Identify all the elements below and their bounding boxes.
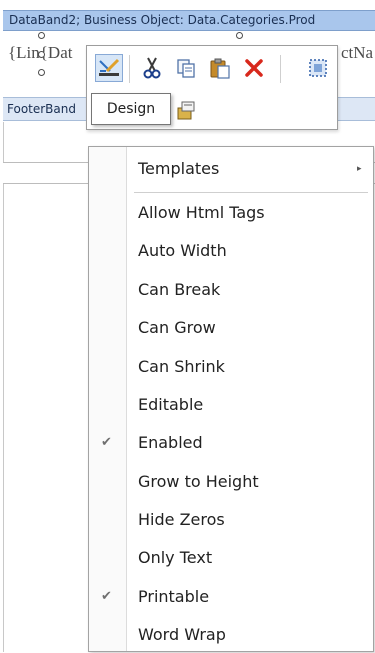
menu-item-allow-html-tags[interactable]: Allow Html Tags [89, 195, 373, 231]
copy-button[interactable] [172, 54, 200, 82]
cut-button[interactable] [138, 54, 166, 82]
menu-item-label: Templates [138, 159, 220, 178]
copy-icon [177, 59, 195, 78]
menu-item-label: Allow Html Tags [138, 203, 265, 222]
select-all-button[interactable] [304, 54, 332, 82]
menu-item-label: Printable [138, 587, 210, 606]
paste-button[interactable] [206, 54, 234, 82]
menu-item-only-text[interactable]: Only Text [89, 540, 373, 576]
selection-handle[interactable] [236, 32, 243, 39]
toolbar-separator [280, 55, 281, 83]
design-button[interactable] [95, 54, 123, 82]
menu-item-can-break[interactable]: Can Break [89, 272, 373, 308]
select-all-icon [309, 59, 327, 77]
properties-icon [177, 101, 195, 120]
menu-item-label: Enabled [138, 433, 203, 452]
toolbar-separator [129, 55, 130, 83]
submenu-arrow-icon: ▸ [357, 164, 362, 174]
menu-separator [134, 192, 368, 193]
text-component-right[interactable]: ctNa [341, 43, 373, 63]
menu-item-label: Editable [138, 395, 204, 414]
menu-item-can-shrink[interactable]: Can Shrink [89, 349, 373, 385]
design-tooltip: Design [91, 93, 171, 125]
selection-handle[interactable] [38, 32, 45, 39]
checkmark-icon: ✔ [101, 435, 112, 450]
menu-item-hide-zeros[interactable]: Hide Zeros [89, 502, 373, 538]
menu-item-label: Can Break [138, 280, 221, 299]
selection-handle[interactable] [38, 51, 45, 58]
context-menu: Templates ▸ Allow Html Tags Auto Width C… [88, 146, 374, 652]
properties-button[interactable] [172, 96, 200, 124]
checkmark-icon: ✔ [101, 589, 112, 604]
menu-item-word-wrap[interactable]: Word Wrap [89, 617, 373, 653]
menu-item-enabled[interactable]: ✔ Enabled [89, 425, 373, 461]
databand-header[interactable]: DataBand2; Business Object: Data.Categor… [3, 10, 375, 31]
menu-item-label: Auto Width [138, 241, 227, 260]
menu-item-auto-width[interactable]: Auto Width [89, 233, 373, 269]
menu-item-editable[interactable]: Editable [89, 387, 373, 423]
menu-item-label: Only Text [138, 548, 213, 567]
scissors-icon [143, 57, 161, 79]
menu-item-grow-to-height[interactable]: Grow to Height [89, 464, 373, 500]
menu-item-label: Grow to Height [138, 472, 259, 491]
menu-item-label: Hide Zeros [138, 510, 225, 529]
menu-item-label: Can Shrink [138, 357, 225, 376]
menu-item-label: Can Grow [138, 318, 216, 337]
delete-button[interactable] [240, 54, 268, 82]
red-x-icon [245, 59, 263, 77]
menu-item-printable[interactable]: ✔ Printable [89, 579, 373, 615]
design-icon [99, 58, 120, 76]
menu-item-label: Word Wrap [138, 625, 226, 644]
menu-item-can-grow[interactable]: Can Grow [89, 310, 373, 346]
selection-handle[interactable] [38, 69, 45, 76]
paste-icon [210, 58, 230, 79]
menu-item-templates[interactable]: Templates ▸ [89, 151, 373, 187]
